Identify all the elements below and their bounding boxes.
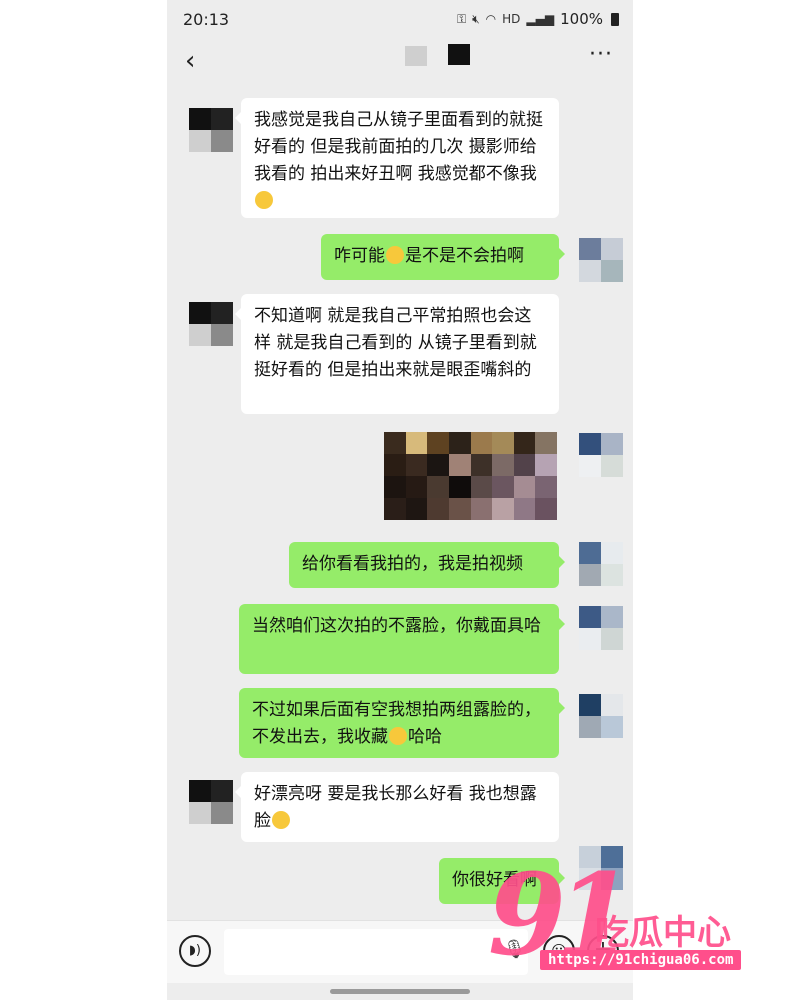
laughing-face-icon	[389, 727, 407, 745]
message-image[interactable]	[384, 432, 557, 520]
avatar-self[interactable]	[579, 433, 623, 477]
battery-icon	[611, 12, 619, 26]
message-text: 当然咱们这次拍的不露脸，你戴面具哈	[252, 616, 541, 636]
message-incoming[interactable]: 不知道啊 就是我自己平常拍照也会这样 就是我自己看到的 从镜子里看到就挺好看的 …	[235, 294, 559, 414]
message-outgoing[interactable]: 咋可能 是不是不会拍啊	[321, 234, 565, 280]
avatar-contact[interactable]	[189, 780, 233, 824]
chat-header: ‹ ···	[167, 38, 633, 84]
message-input[interactable]	[224, 929, 528, 975]
battery-percent: 100%	[560, 10, 603, 28]
message-list: 我感觉是我自己从镜子里面看到的就挺好看的 但是我前面拍的几次 摄影师给我看的 拍…	[167, 90, 633, 920]
chat-title-redacted-2	[448, 44, 470, 65]
home-indicator	[330, 989, 470, 994]
avatar-self[interactable]	[579, 694, 623, 738]
avatar-self[interactable]	[579, 606, 623, 650]
mute-icon: 🔇︎	[472, 11, 480, 26]
message-text: 我感觉是我自己从镜子里面看到的就挺好看的 但是我前面拍的几次 摄影师给我看的 拍…	[254, 110, 543, 184]
key-icon: ⚿	[456, 11, 467, 26]
watermark-name: 吃瓜中心	[595, 913, 731, 953]
message-text: 不知道啊 就是我自己平常拍照也会这样 就是我自己看到的 从镜子里看到就挺好看的 …	[254, 306, 537, 380]
message-outgoing[interactable]: 给你看看我拍的，我是拍视频	[289, 542, 565, 588]
message-incoming[interactable]: 好漂亮呀 要是我长那么好看 我也想露脸	[235, 772, 559, 842]
grinning-face-icon	[272, 811, 290, 829]
message-incoming[interactable]: 我感觉是我自己从镜子里面看到的就挺好看的 但是我前面拍的几次 摄影师给我看的 拍…	[235, 98, 559, 218]
avatar-contact[interactable]	[189, 302, 233, 346]
message-text: 给你看看我拍的，我是拍视频	[302, 554, 523, 574]
chevron-left-icon[interactable]: ‹	[185, 46, 195, 76]
message-text: 咋可能	[334, 246, 385, 266]
wifi-icon: ◠	[485, 12, 497, 26]
message-outgoing[interactable]: 不过如果后面有空我想拍两组露脸的，不发出去，我收藏 哈哈	[239, 688, 565, 758]
signal-icon: ▂▄▆	[526, 12, 555, 26]
watermark-url: https://91chigua06.com	[540, 950, 742, 970]
message-outgoing[interactable]: 当然咱们这次拍的不露脸，你戴面具哈	[239, 604, 565, 674]
voice-icon[interactable]: ◗)	[179, 935, 211, 967]
status-bar: 20:13 ⚿ 🔇︎ ◠ HD ▂▄▆ 100%	[167, 0, 633, 38]
message-text: 哈哈	[408, 727, 442, 747]
status-icons: ⚿ 🔇︎ ◠ HD ▂▄▆ 100%	[457, 10, 619, 28]
laughing-face-icon	[386, 246, 404, 264]
status-time: 20:13	[183, 10, 230, 29]
avatar-self[interactable]	[579, 542, 623, 586]
more-options-icon[interactable]: ···	[589, 42, 613, 67]
hd-label: HD	[502, 12, 521, 26]
message-text: 是不是不会拍啊	[405, 246, 524, 266]
chat-title-redacted-1	[405, 46, 427, 66]
avatar-contact[interactable]	[189, 108, 233, 152]
avatar-self[interactable]	[579, 238, 623, 282]
message-text: 好漂亮呀 要是我长那么好看 我也想露脸	[254, 784, 537, 831]
crying-face-icon	[255, 191, 273, 209]
